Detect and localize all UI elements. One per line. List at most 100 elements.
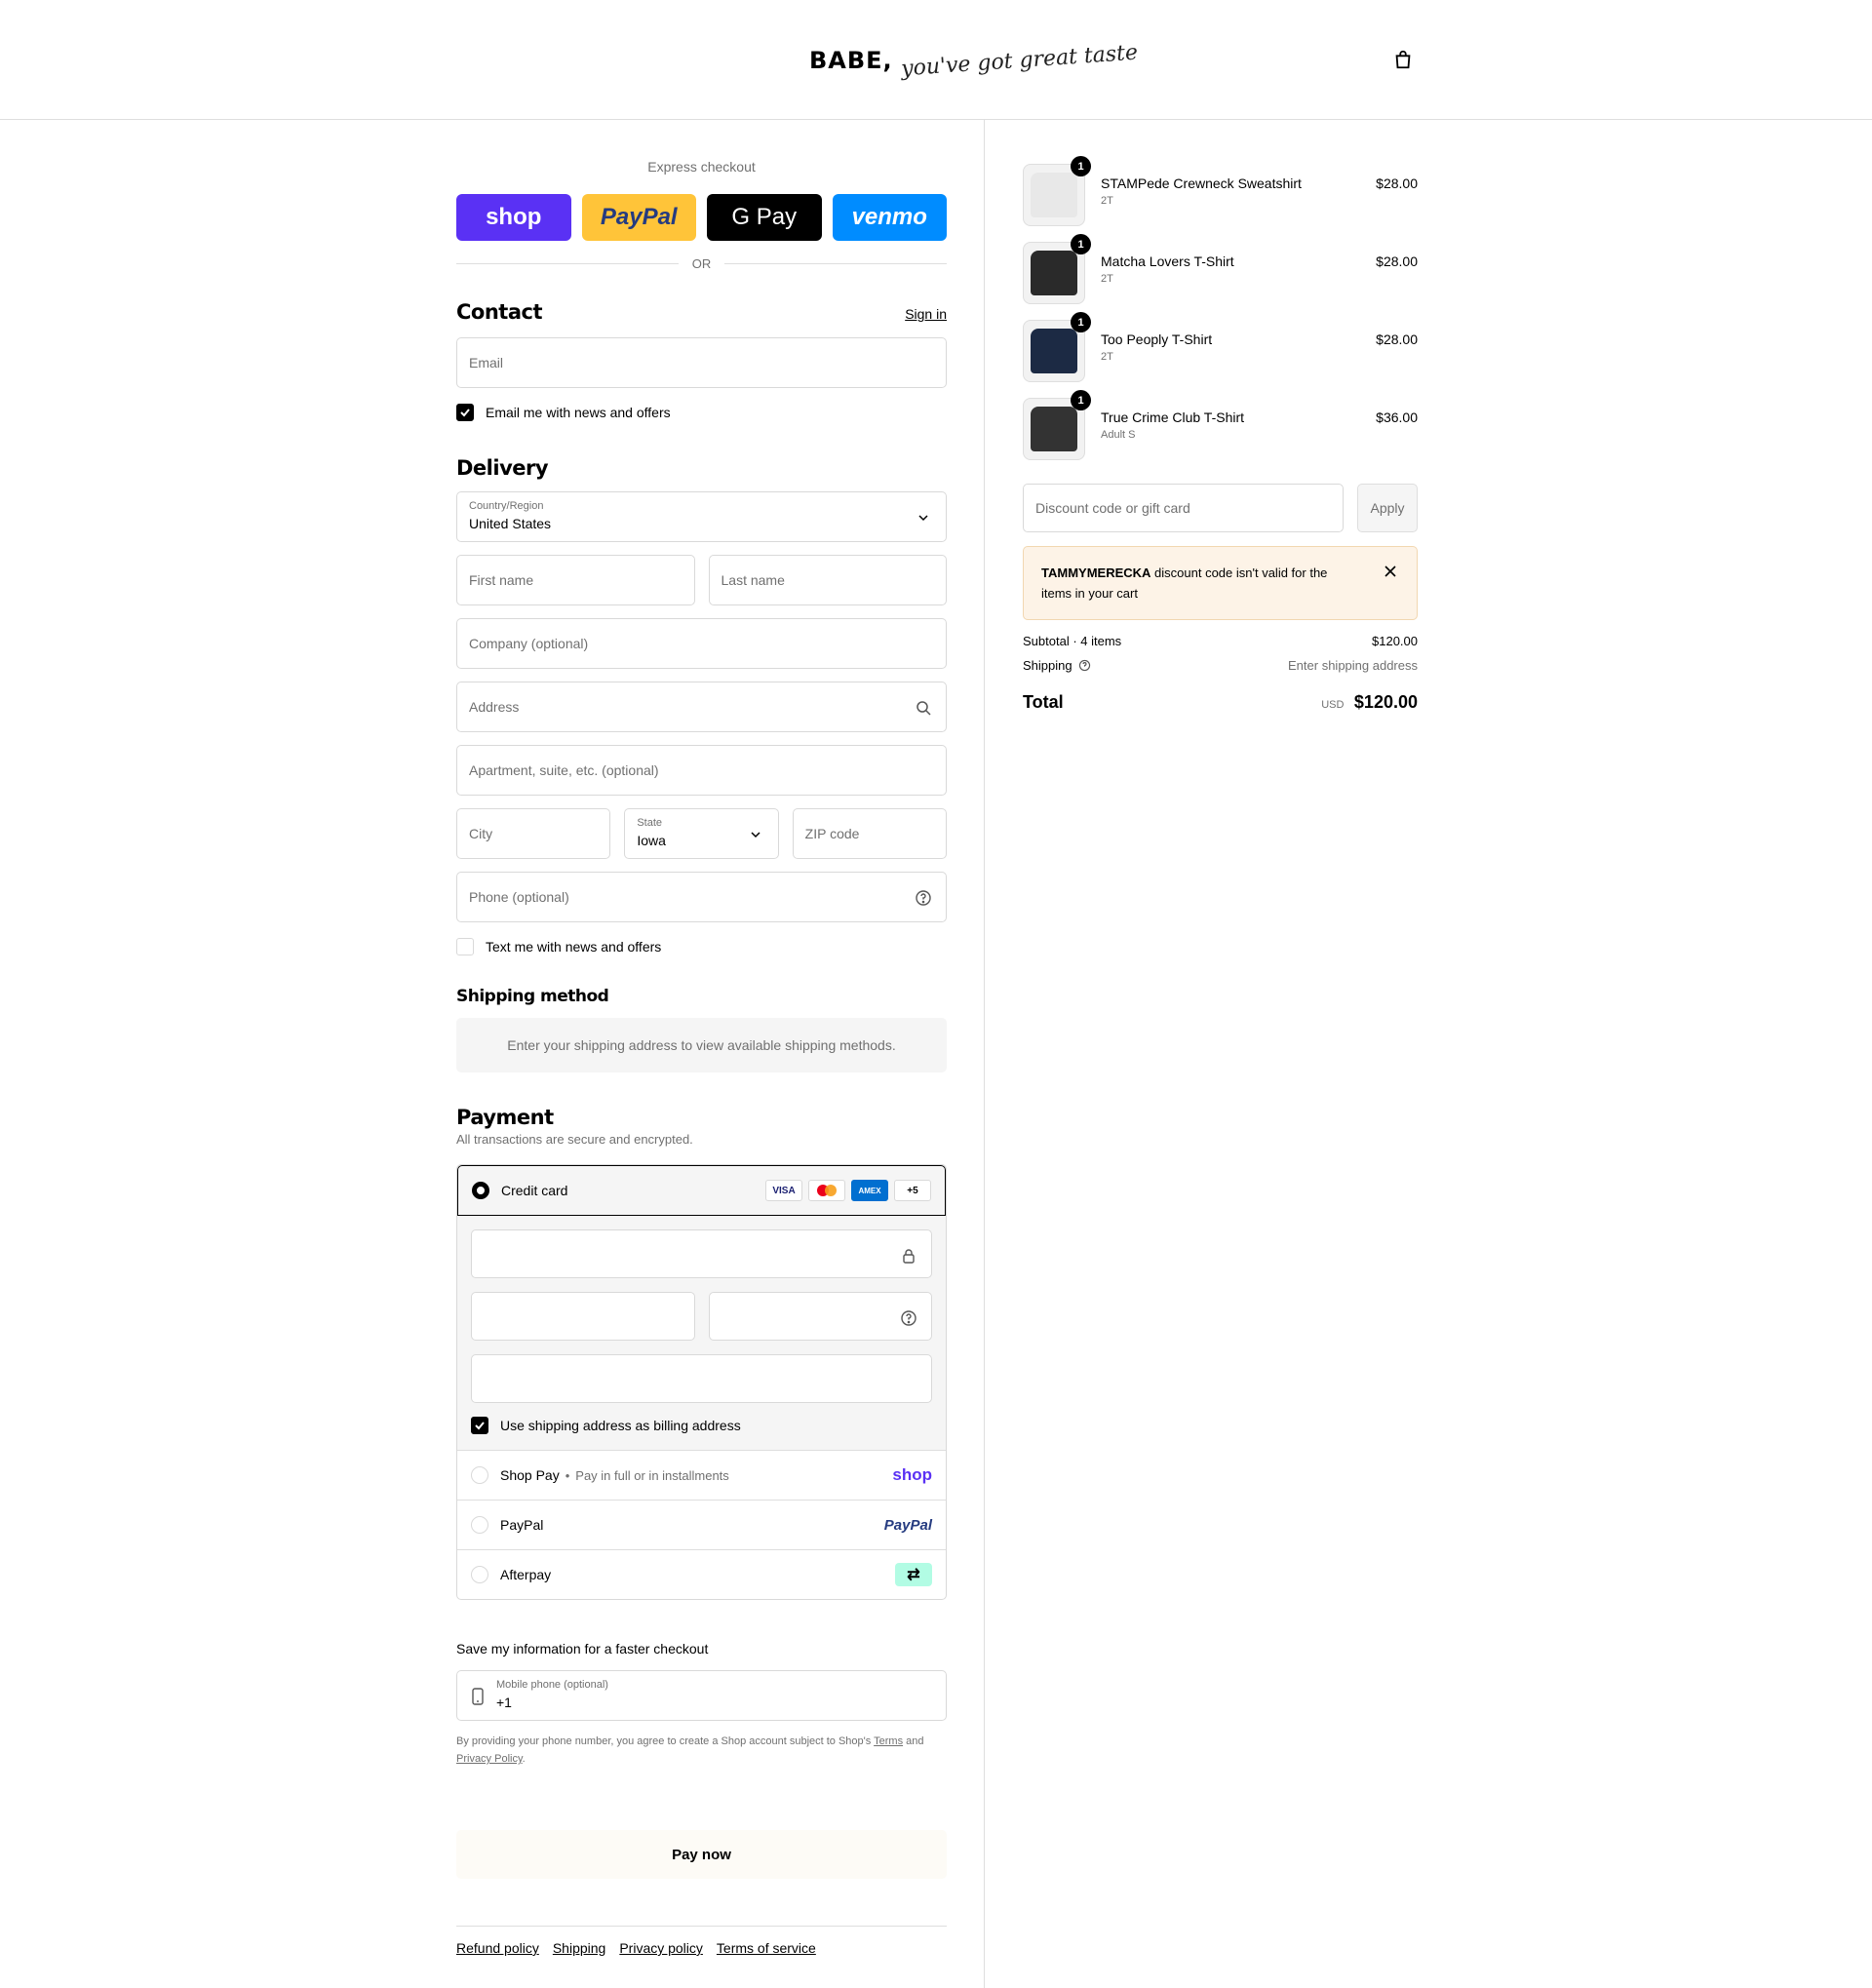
google-pay-express-button[interactable]: G Pay <box>707 194 822 241</box>
express-buttons: shop PayPal G Pay venmo <box>456 194 947 241</box>
refund-policy-link[interactable]: Refund policy <box>456 1940 539 1956</box>
last-name-field[interactable]: Last name <box>708 555 947 605</box>
shop-pay-express-button[interactable]: shop <box>456 194 571 241</box>
help-circle-icon[interactable] <box>1078 659 1091 672</box>
city-state-zip-row: City State Iowa ZIP code <box>456 808 947 859</box>
shipping-method-placeholder: Enter your shipping address to view avai… <box>456 1018 947 1072</box>
subtotal-row: Subtotal · 4 items $120.00 <box>1023 634 1418 648</box>
phone-placeholder: Phone (optional) <box>469 889 569 905</box>
mobile-phone-field[interactable]: Mobile phone (optional) +1 <box>456 1670 947 1721</box>
name-on-card-field[interactable] <box>471 1354 932 1403</box>
product-name: Too Peoply T-Shirt <box>1101 331 1213 347</box>
country-select[interactable]: Country/Region United States <box>456 491 947 542</box>
card-number-field[interactable] <box>471 1229 932 1278</box>
radio-selected[interactable] <box>472 1182 489 1199</box>
terms-link[interactable]: Terms <box>874 1735 903 1747</box>
privacy-policy-link[interactable]: Privacy Policy <box>456 1753 523 1765</box>
city-placeholder: City <box>469 826 493 841</box>
help-circle-icon[interactable] <box>915 889 932 907</box>
paypal-label: PayPal <box>500 1517 544 1533</box>
credit-card-option[interactable]: Credit card VISA AMEX +5 <box>457 1165 946 1216</box>
address-field[interactable]: Address <box>456 682 947 732</box>
shipping-policy-link[interactable]: Shipping <box>553 1940 606 1956</box>
security-code-field[interactable] <box>708 1292 932 1341</box>
header: BABE, you've got great taste <box>0 0 1872 120</box>
or-divider: OR <box>456 256 947 271</box>
shopping-bag-icon[interactable] <box>1392 49 1414 70</box>
discount-code-field[interactable]: Discount code or gift card <box>1023 484 1344 532</box>
paypal-option[interactable]: PayPal PayPal <box>457 1500 946 1549</box>
city-field[interactable]: City <box>456 808 611 859</box>
privacy-policy-footer-link[interactable]: Privacy policy <box>619 1940 703 1956</box>
mobile-phone-icon <box>472 1688 484 1705</box>
legal-pre: By providing your phone number, you agre… <box>456 1735 872 1747</box>
billing-same-checkbox[interactable]: Use shipping address as billing address <box>471 1417 932 1434</box>
currency-code: USD <box>1321 699 1345 711</box>
shop-pay-sub: Pay in full or in installments <box>575 1467 729 1483</box>
order-totals: Subtotal · 4 items $120.00 Shipping Ente… <box>1023 634 1418 713</box>
check-icon <box>475 1422 485 1430</box>
venmo-express-button[interactable]: venmo <box>832 194 947 241</box>
card-brands: VISA AMEX +5 <box>765 1180 931 1201</box>
email-news-checkbox[interactable]: Email me with news and offers <box>456 404 947 421</box>
email-field[interactable]: Email <box>456 337 947 388</box>
sign-in-link[interactable]: Sign in <box>905 306 947 322</box>
text-news-label: Text me with news and offers <box>486 939 662 955</box>
product-variant: 2T <box>1101 195 1113 207</box>
quantity-badge: 1 <box>1071 234 1091 254</box>
company-field[interactable]: Company (optional) <box>456 618 947 669</box>
state-select[interactable]: State Iowa <box>624 808 779 859</box>
cart-item: 1 Too Peoply T-Shirt 2T $28.00 <box>1023 312 1418 398</box>
product-thumbnail: 1 <box>1023 312 1091 382</box>
pay-now-button[interactable]: Pay now <box>456 1830 947 1879</box>
zip-field[interactable]: ZIP code <box>792 808 947 859</box>
product-price: $28.00 <box>1376 331 1418 347</box>
checkbox-checked[interactable] <box>456 404 474 421</box>
text-news-checkbox[interactable]: Text me with news and offers <box>456 938 947 955</box>
mobile-phone-value: +1 <box>496 1695 512 1710</box>
credit-card-form: Use shipping address as billing address <box>457 1216 946 1450</box>
radio-unselected[interactable] <box>471 1516 488 1534</box>
mastercard-icon <box>808 1180 845 1201</box>
country-value: United States <box>469 516 552 531</box>
paypal-logo: PayPal <box>883 1516 932 1534</box>
checkbox-unchecked[interactable] <box>456 938 474 955</box>
last-name-placeholder: Last name <box>721 572 785 588</box>
delivery-title: Delivery <box>456 456 549 480</box>
apply-discount-button[interactable]: Apply <box>1357 484 1418 532</box>
apartment-field[interactable]: Apartment, suite, etc. (optional) <box>456 745 947 796</box>
help-circle-icon[interactable] <box>900 1309 917 1327</box>
email-news-label: Email me with news and offers <box>486 405 671 420</box>
terms-of-service-link[interactable]: Terms of service <box>717 1940 816 1956</box>
radio-unselected[interactable] <box>471 1566 488 1583</box>
shop-pay-option[interactable]: Shop Pay • Pay in full or in installment… <box>457 1450 946 1500</box>
product-name: Matcha Lovers T-Shirt <box>1101 253 1234 269</box>
logo-script-text: you've got great taste <box>900 40 1139 81</box>
checkbox-checked[interactable] <box>471 1417 488 1434</box>
or-text: OR <box>691 256 712 271</box>
lock-icon <box>903 1249 915 1264</box>
discount-placeholder: Discount code or gift card <box>1035 500 1190 516</box>
shop-pay-label: Shop Pay <box>500 1467 560 1483</box>
product-thumbnail: 1 <box>1023 234 1091 304</box>
expiry-cvv-row <box>471 1292 932 1354</box>
logo-main-text: BABE, <box>809 47 893 74</box>
paypal-express-button[interactable]: PayPal <box>581 194 696 241</box>
afterpay-option[interactable]: Afterpay ⇄ <box>457 1549 946 1599</box>
shipping-row: Shipping Enter shipping address <box>1023 658 1418 673</box>
radio-unselected[interactable] <box>471 1466 488 1484</box>
first-name-field[interactable]: First name <box>456 555 695 605</box>
cart-item: 1 Matcha Lovers T-Shirt 2T $28.00 <box>1023 234 1418 320</box>
close-icon[interactable] <box>1384 565 1397 578</box>
store-logo[interactable]: BABE, you've got great taste <box>809 40 1138 81</box>
alert-code: TAMMYMERECKA <box>1041 565 1151 580</box>
more-cards-badge: +5 <box>894 1180 931 1201</box>
expiration-field[interactable] <box>471 1292 695 1341</box>
quantity-badge: 1 <box>1071 156 1091 176</box>
product-variant: 2T <box>1101 351 1113 363</box>
subtotal-value: $120.00 <box>1372 634 1418 648</box>
legal-and: and <box>906 1735 924 1747</box>
mastercard-circles <box>817 1185 837 1196</box>
phone-field[interactable]: Phone (optional) <box>456 872 947 922</box>
total-value-wrap: USD $120.00 <box>1321 692 1418 713</box>
